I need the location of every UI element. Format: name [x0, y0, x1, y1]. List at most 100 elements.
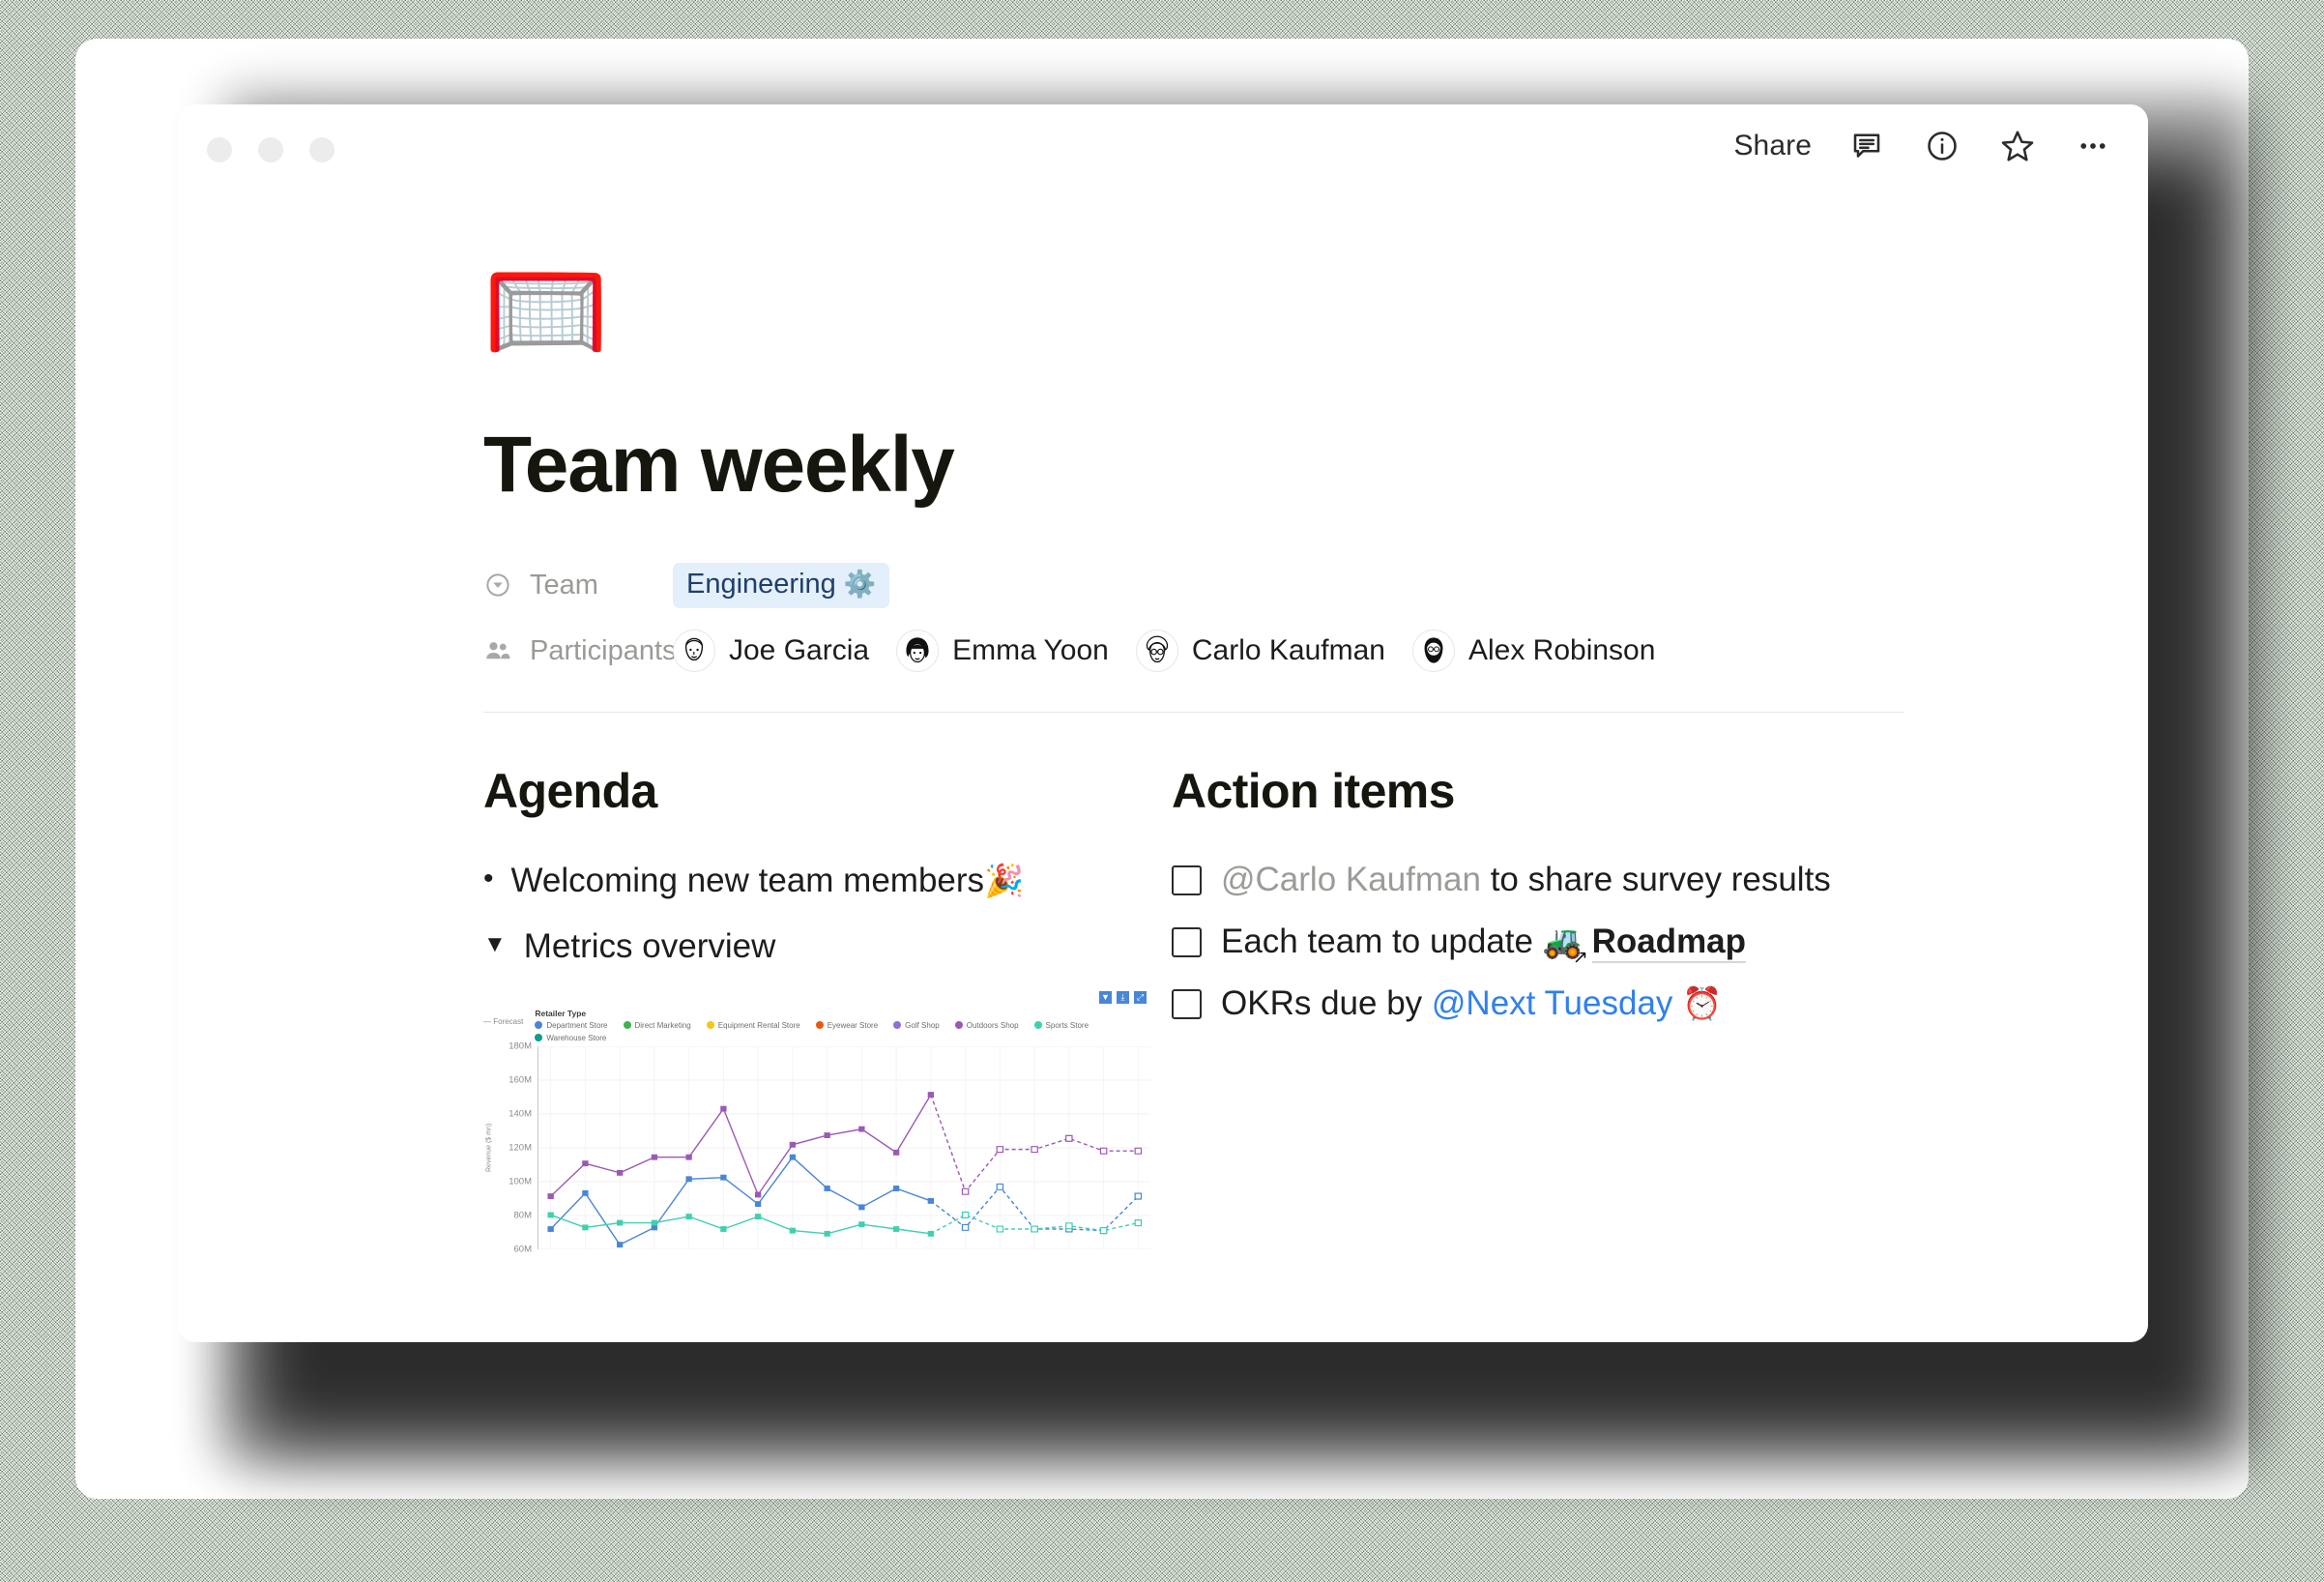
- legend-swatch: [623, 1021, 631, 1029]
- participant-name: Alex Robinson: [1467, 634, 1656, 666]
- property-row-participants: Participants Joe Garcia Emma Yoon Carlo …: [483, 627, 1904, 675]
- property-label-text: Participants: [530, 634, 677, 666]
- legend-item[interactable]: Golf Shop: [893, 1021, 940, 1030]
- external-link-arrow-icon: ↗: [1572, 948, 1588, 969]
- info-icon[interactable]: [1922, 126, 1962, 166]
- y-tick-label: 100M: [508, 1176, 532, 1186]
- chevron-down-icon[interactable]: ▼: [483, 925, 507, 965]
- legend-label: Equipment Rental Store: [717, 1020, 800, 1030]
- legend-swatch: [1033, 1021, 1042, 1029]
- mention-carlo-kaufman[interactable]: @Carlo Kaufman: [1221, 861, 1481, 898]
- minimize-button[interactable]: [258, 137, 283, 162]
- y-tick-label: 120M: [508, 1142, 532, 1153]
- chart-toolbar[interactable]: ▼ ⤓ ⤢: [483, 990, 1150, 1007]
- action-item-2[interactable]: Each team to update 🚜 ↗ Roadmap: [1172, 922, 1887, 968]
- fullscreen-icon[interactable]: ⤢: [1134, 990, 1147, 1004]
- y-axis-ticks: 180M 160M 140M 120M 100M 80M 60M: [495, 1040, 537, 1254]
- legend-swatch: [893, 1021, 902, 1029]
- legend-title: Retailer Type: [535, 1008, 587, 1018]
- checkbox[interactable]: [1172, 864, 1202, 895]
- goal-net-icon[interactable]: 🥅: [483, 261, 1904, 375]
- legend-label: Outdoors Shop: [966, 1020, 1019, 1030]
- participant-name: Joe Garcia: [729, 634, 870, 666]
- legend-item[interactable]: Department Store: [535, 1020, 608, 1030]
- legend-item[interactable]: Outdoors Shop: [954, 1020, 1019, 1030]
- legend-swatch: [535, 1034, 543, 1041]
- legend-swatch: [706, 1021, 714, 1029]
- legend-item[interactable]: Sports Store: [1033, 1021, 1089, 1030]
- agenda-item-welcoming[interactable]: • Welcoming new team members🎉: [483, 860, 1172, 902]
- legend-label: Direct Marketing: [634, 1020, 691, 1030]
- page-title[interactable]: Team weekly: [483, 425, 1904, 505]
- legend-items: Department Store Direct Marketing Equipmen…: [535, 1021, 1150, 1042]
- party-popper-icon: 🎉: [984, 863, 1025, 898]
- embedded-chart[interactable]: ▼ ⤓ ⤢ — Forecast Retailer Type Departmen…: [483, 990, 1150, 1254]
- participant-name: Emma Yoon: [952, 634, 1109, 666]
- action-items-column: Action items @Carlo Kaufman to share sur…: [1172, 763, 1887, 1249]
- action-item-text: Each team to update: [1221, 923, 1543, 960]
- participant-emma-yoon[interactable]: Emma Yoon: [896, 630, 1109, 672]
- window-titlebar: Share: [178, 104, 2148, 193]
- legend-item[interactable]: Direct Marketing: [623, 1020, 691, 1030]
- maximize-button[interactable]: [309, 137, 334, 162]
- chart-plot-area: [537, 1045, 1150, 1249]
- avatar: [896, 630, 940, 672]
- property-label-participants[interactable]: Participants: [483, 635, 677, 667]
- app-window: Share 🥅 Team weekly Team Engineering ⚙️ …: [178, 104, 2148, 1342]
- agenda-item-metrics[interactable]: ▼ Metrics overview: [483, 925, 1172, 968]
- legend-swatch: [954, 1021, 963, 1029]
- property-label-text: Team: [530, 569, 598, 601]
- avatar: [673, 630, 715, 672]
- y-tick-label: 60M: [513, 1244, 532, 1254]
- tractor-icon-wrap: 🚜 ↗: [1543, 922, 1588, 968]
- y-tick-label: 80M: [513, 1210, 532, 1220]
- legend-item[interactable]: Eyewear Store: [815, 1020, 879, 1030]
- legend-item[interactable]: Equipment Rental Store: [706, 1020, 800, 1030]
- action-item-1[interactable]: @Carlo Kaufman to share survey results: [1172, 860, 1887, 900]
- comment-icon[interactable]: [1846, 126, 1887, 166]
- property-label-team[interactable]: Team: [483, 570, 673, 601]
- agenda-heading: Agenda: [483, 764, 657, 818]
- chart-legend-row: — Forecast Retailer Type Department Stor…: [483, 1009, 1150, 1042]
- action-item-text: to share survey results: [1480, 861, 1831, 898]
- download-icon[interactable]: ⤓: [1117, 990, 1129, 1004]
- legend-label: Department Store: [546, 1020, 608, 1030]
- tag-engineering[interactable]: Engineering ⚙️: [673, 562, 890, 608]
- participant-joe-garcia[interactable]: Joe Garcia: [673, 630, 869, 672]
- legend-item[interactable]: Warehouse Store: [535, 1034, 606, 1042]
- forecast-dash-icon: —: [483, 1016, 491, 1026]
- participant-alex-robinson[interactable]: Alex Robinson: [1411, 630, 1656, 672]
- bullet-icon: •: [483, 863, 494, 894]
- page-link-roadmap[interactable]: Roadmap: [1591, 923, 1747, 963]
- more-icon[interactable]: [2073, 126, 2113, 166]
- forecast-legend-key: — Forecast: [483, 1009, 523, 1026]
- legend-label: Eyewear Store: [827, 1020, 879, 1030]
- y-tick-label: 180M: [508, 1040, 532, 1051]
- action-item-text: OKRs due by: [1221, 984, 1432, 1022]
- star-icon[interactable]: [1997, 126, 2038, 166]
- action-item-3[interactable]: OKRs due by @Next Tuesday ⏰: [1172, 983, 1887, 1024]
- chart-lines: [538, 1046, 1150, 1249]
- action-items-heading: Action items: [1172, 764, 1455, 818]
- forecast-label: Forecast: [493, 1016, 524, 1026]
- legend-swatch: [535, 1021, 543, 1029]
- close-button[interactable]: [207, 137, 232, 162]
- chart-legend: Retailer Type Department Store Direct Mar…: [535, 1009, 1150, 1042]
- avatar: [1411, 630, 1455, 672]
- share-button[interactable]: Share: [1733, 130, 1812, 162]
- participant-name: Carlo Kaufman: [1191, 634, 1385, 666]
- document-content: 🥅 Team weekly Team Engineering ⚙️ Partic…: [483, 261, 1904, 1254]
- traffic-light-buttons[interactable]: [207, 137, 334, 162]
- content-columns: Agenda • Welcoming new team members🎉 ▼ M…: [483, 763, 1904, 1254]
- agenda-column: Agenda • Welcoming new team members🎉 ▼ M…: [483, 763, 1172, 1254]
- window-actions: Share: [1733, 126, 2113, 166]
- checkbox[interactable]: [1172, 926, 1202, 957]
- agenda-item-text: Welcoming new team members: [510, 862, 985, 899]
- date-mention-next-tuesday[interactable]: @Next Tuesday: [1432, 984, 1673, 1022]
- section-divider: [483, 712, 1904, 713]
- participant-carlo-kaufman[interactable]: Carlo Kaufman: [1135, 630, 1385, 672]
- filter-icon[interactable]: ▼: [1099, 990, 1112, 1004]
- document-body: 🥅 Team weekly Team Engineering ⚙️ Partic…: [178, 193, 2148, 1254]
- property-row-team: Team Engineering ⚙️: [483, 561, 1904, 609]
- checkbox[interactable]: [1172, 988, 1202, 1019]
